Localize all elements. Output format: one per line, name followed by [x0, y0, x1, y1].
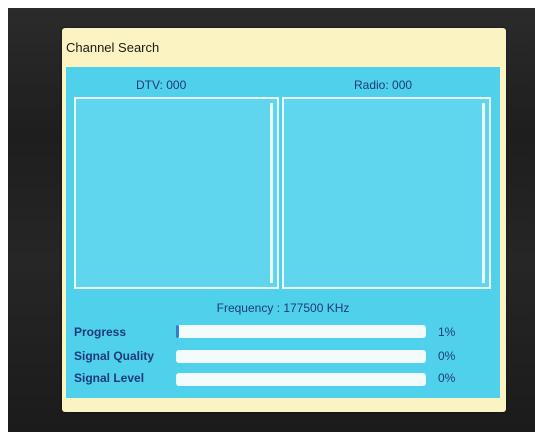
search-content: DTV: 000 Radio: 000 Frequency : 177500 K… — [66, 67, 500, 398]
radio-channel-list[interactable] — [282, 97, 491, 289]
progress-label: Progress — [74, 325, 127, 339]
signal-quality-label: Signal Quality — [74, 349, 155, 363]
tv-screen: Channel Search DTV: 000 Radio: 000 Frequ… — [8, 8, 535, 432]
radio-list-scrollbar[interactable] — [482, 103, 485, 283]
signal-level-bar — [176, 373, 426, 386]
dtv-list-scrollbar[interactable] — [270, 103, 273, 283]
progress-bar — [176, 325, 426, 338]
signal-quality-value: 0% — [438, 349, 456, 363]
signal-level-label: Signal Level — [74, 371, 145, 385]
signal-quality-bar — [176, 350, 426, 363]
progress-value: 1% — [438, 325, 456, 339]
dtv-channel-list[interactable] — [74, 97, 279, 289]
signal-level-value: 0% — [438, 371, 456, 385]
radio-count: Radio: 000 — [354, 78, 413, 92]
channel-search-dialog: Channel Search DTV: 000 Radio: 000 Frequ… — [62, 28, 506, 412]
progress-bar-fill — [176, 325, 179, 338]
dtv-count: DTV: 000 — [136, 78, 187, 92]
frequency-readout: Frequency : 177500 KHz — [216, 301, 350, 315]
dialog-title: Channel Search — [66, 40, 160, 55]
